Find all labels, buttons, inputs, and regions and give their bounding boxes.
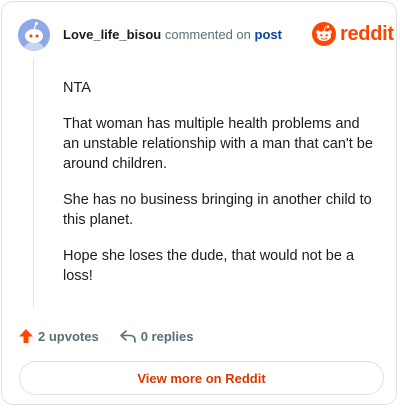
reddit-logo[interactable]: reddit xyxy=(312,22,394,46)
commented-on-text: commented on xyxy=(164,27,251,42)
reddit-snoo-icon xyxy=(312,22,336,46)
post-link[interactable]: post xyxy=(255,27,282,42)
comment-paragraph: That woman has multiple health problems … xyxy=(63,116,373,172)
reply-count: 0 replies xyxy=(140,328,194,344)
username-link[interactable]: Love_life_bisou xyxy=(63,27,161,42)
comment-actions: 2 upvotes 0 replies xyxy=(18,328,193,344)
replies-button[interactable]: 0 replies xyxy=(119,328,194,344)
upvote-count: 2 upvotes xyxy=(38,328,99,344)
comment-body: NTA That woman has multiple health probl… xyxy=(63,78,378,302)
snoo-avatar-icon xyxy=(18,19,50,51)
reply-arrow-icon xyxy=(119,330,136,343)
comment-embed-card: Love_life_bisou commented on post reddit… xyxy=(1,1,397,405)
view-more-button[interactable]: View more on Reddit xyxy=(19,361,384,395)
reddit-wordmark: reddit xyxy=(340,23,394,45)
comment-header: Love_life_bisou commented on post xyxy=(63,28,282,42)
user-avatar[interactable] xyxy=(18,19,50,51)
upvote-button[interactable]: 2 upvotes xyxy=(18,328,99,344)
thread-line xyxy=(33,58,34,308)
comment-paragraph: She has no business bringing in another … xyxy=(63,192,372,228)
comment-paragraph: NTA xyxy=(63,80,91,96)
upvote-arrow-icon xyxy=(19,329,33,343)
comment-paragraph: Hope she loses the dude, that would not … xyxy=(63,248,355,284)
